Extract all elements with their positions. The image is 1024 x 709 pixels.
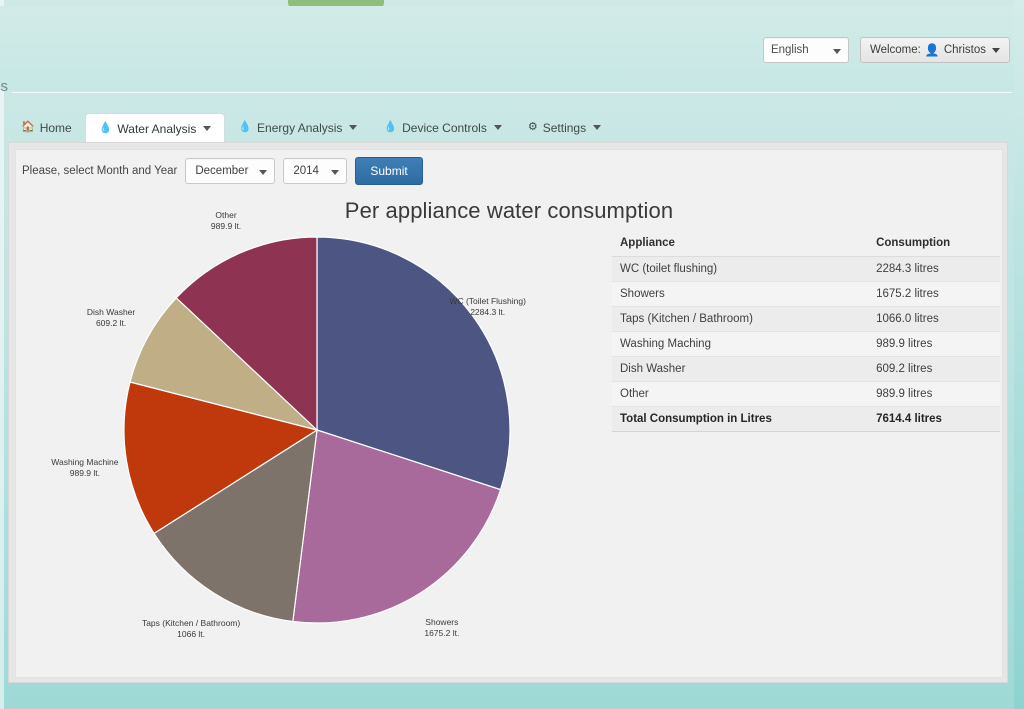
pie-label-taps-name: Taps (Kitchen / Bathroom) (141, 618, 241, 629)
pie-label-showers: Showers 1675.2 lt. (424, 617, 459, 639)
column-header-consumption: Consumption (868, 232, 1000, 257)
consumption-table: Appliance Consumption WC (toilet flushin… (612, 232, 1000, 432)
submit-button-label: Submit (370, 164, 408, 178)
user-menu-button[interactable]: Welcome: 👤 Christos (859, 37, 1010, 63)
cell-appliance: Other (612, 381, 869, 407)
tab-home-label: Home (39, 120, 72, 135)
pie-label-showers-name: Showers (425, 616, 459, 627)
brand-wordmark: ters ter ieties (0, 44, 8, 95)
brand-line-2: ter (0, 61, 8, 78)
chevron-down-icon (832, 49, 841, 54)
submit-button[interactable]: Submit (355, 157, 423, 185)
left-gutter (0, 0, 4, 709)
chevron-down-icon (331, 170, 340, 175)
content-panel: Please, select Month and Year December 2… (8, 142, 1008, 683)
chevron-down-icon (203, 126, 212, 131)
cell-consumption: 989.9 litres (868, 381, 1000, 407)
cell-appliance: Showers (612, 281, 869, 307)
droplet-icon: 💧 (98, 122, 113, 134)
table-row: Taps (Kitchen / Bathroom) 1066.0 litres (612, 306, 1000, 332)
year-select[interactable]: 2014 (283, 158, 348, 184)
cell-consumption: 1066.0 litres (868, 306, 1000, 332)
pie-label-washing-machine-name: Washing Machine (51, 456, 119, 467)
pie-label-taps-value: 1066 lt. (177, 629, 206, 640)
chevron-down-icon (349, 125, 358, 130)
pie-label-wc-name: WC (Toilet Flushing) (449, 295, 526, 306)
tab-water-analysis[interactable]: 💧 Water Analysis (84, 113, 226, 143)
header-divider (12, 92, 1012, 93)
cell-consumption: 989.9 litres (868, 331, 1000, 357)
header-controls: English Welcome: 👤 Christos (762, 37, 1010, 63)
page-title: Per appliance water consumption (344, 198, 674, 223)
cell-appliance: Taps (Kitchen / Bathroom) (612, 306, 869, 332)
panel-inner: Please, select Month and Year December 2… (15, 149, 1003, 678)
user-icon: 👤 (924, 43, 940, 57)
pie-label-washing-machine-value: 989.9 lt. (69, 467, 101, 478)
tab-device-controls-label: Device Controls (402, 120, 487, 135)
table-head: Appliance Consumption (612, 232, 1000, 257)
droplet-icon: 💧 (383, 121, 398, 133)
table-row: Washing Maching 989.9 litres (612, 331, 1000, 357)
chevron-down-icon (992, 47, 1000, 53)
cell-appliance: Dish Washer (612, 356, 869, 382)
chevron-down-icon (593, 125, 602, 130)
pie-label-dish-washer-value: 609.2 lt. (95, 317, 127, 328)
pie-label-dish-washer-name: Dish Washer (86, 306, 136, 317)
pie-label-taps: Taps (Kitchen / Bathroom) 1066 lt. (142, 618, 240, 640)
filter-prompt: Please, select Month and Year (22, 165, 178, 177)
year-select-value: 2014 (293, 165, 319, 177)
welcome-label: Welcome: (869, 44, 921, 56)
tab-water-analysis-label: Water Analysis (117, 121, 197, 136)
pie-label-other-name: Other (215, 209, 237, 220)
site-header: ters ter ieties English Welcome: 👤 Chris… (0, 6, 1024, 95)
cell-appliance: Washing Maching (612, 331, 869, 357)
tab-energy-analysis[interactable]: 💧 Energy Analysis (225, 113, 370, 142)
language-select[interactable]: English (762, 37, 849, 63)
pie-label-dish-washer: Dish Washer 609.2 lt. (87, 307, 135, 329)
table-row: Showers 1675.2 litres (612, 281, 1000, 307)
consumption-table-wrapper: Appliance Consumption WC (toilet flushin… (612, 232, 1000, 432)
filter-bar: Please, select Month and Year December 2… (22, 156, 423, 186)
table-row: WC (toilet flushing) 2284.3 litres (612, 256, 1000, 282)
language-select-value: English (770, 44, 809, 56)
brand-line-3: ieties (0, 78, 9, 95)
table-total-row: Total Consumption in Litres 7614.4 litre… (612, 406, 1000, 432)
cell-consumption: 2284.3 litres (868, 256, 1000, 282)
pie-label-wc: WC (Toilet Flushing) 2284.3 lt. (449, 296, 526, 318)
table-body: WC (toilet flushing) 2284.3 litres Showe… (612, 256, 1000, 432)
cell-consumption: 609.2 litres (868, 356, 1000, 382)
cell-total-value: 7614.4 litres (868, 406, 1000, 432)
pie-label-other-value: 989.9 lt. (210, 220, 242, 231)
tab-home[interactable]: 🏠 Home (8, 113, 85, 142)
pie-chart: WC (Toilet Flushing) 2284.3 lt. Showers … (24, 210, 604, 670)
cell-appliance: WC (toilet flushing) (612, 256, 869, 282)
pie-label-washing-machine: Washing Machine 989.9 lt. (51, 457, 118, 479)
pie-label-wc-value: 2284.3 lt. (470, 306, 506, 317)
column-header-appliance: Appliance (612, 232, 869, 257)
chevron-down-icon (493, 125, 502, 130)
gear-icon: ⚙ (527, 121, 538, 133)
user-name: Christos (943, 44, 986, 56)
home-icon: 🏠 (21, 121, 35, 133)
cell-total-label: Total Consumption in Litres (612, 406, 869, 432)
table-row: Dish Washer 609.2 litres (612, 356, 1000, 382)
cell-consumption: 1675.2 litres (868, 281, 1000, 307)
right-gutter (1014, 0, 1024, 709)
droplet-icon: 💧 (238, 121, 253, 133)
pie-label-other: Other 989.9 lt. (211, 210, 241, 232)
table-row: Other 989.9 litres (612, 381, 1000, 407)
pie-label-showers-value: 1675.2 lt. (424, 627, 460, 638)
tab-settings[interactable]: ⚙ Settings (515, 113, 614, 142)
brand-line-1: ters (0, 44, 8, 61)
app-window: ters ter ieties English Welcome: 👤 Chris… (0, 0, 1024, 709)
table-header-row: Appliance Consumption (612, 232, 1000, 257)
tab-settings-label: Settings (542, 120, 587, 135)
tab-device-controls[interactable]: 💧 Device Controls (370, 113, 514, 142)
month-select[interactable]: December (185, 158, 276, 184)
chevron-down-icon (259, 170, 268, 175)
main-navigation-tabs: 🏠 Home 💧 Water Analysis 💧 Energy Analysi… (0, 113, 1024, 143)
month-select-value: December (195, 165, 249, 177)
tab-energy-analysis-label: Energy Analysis (257, 120, 343, 135)
